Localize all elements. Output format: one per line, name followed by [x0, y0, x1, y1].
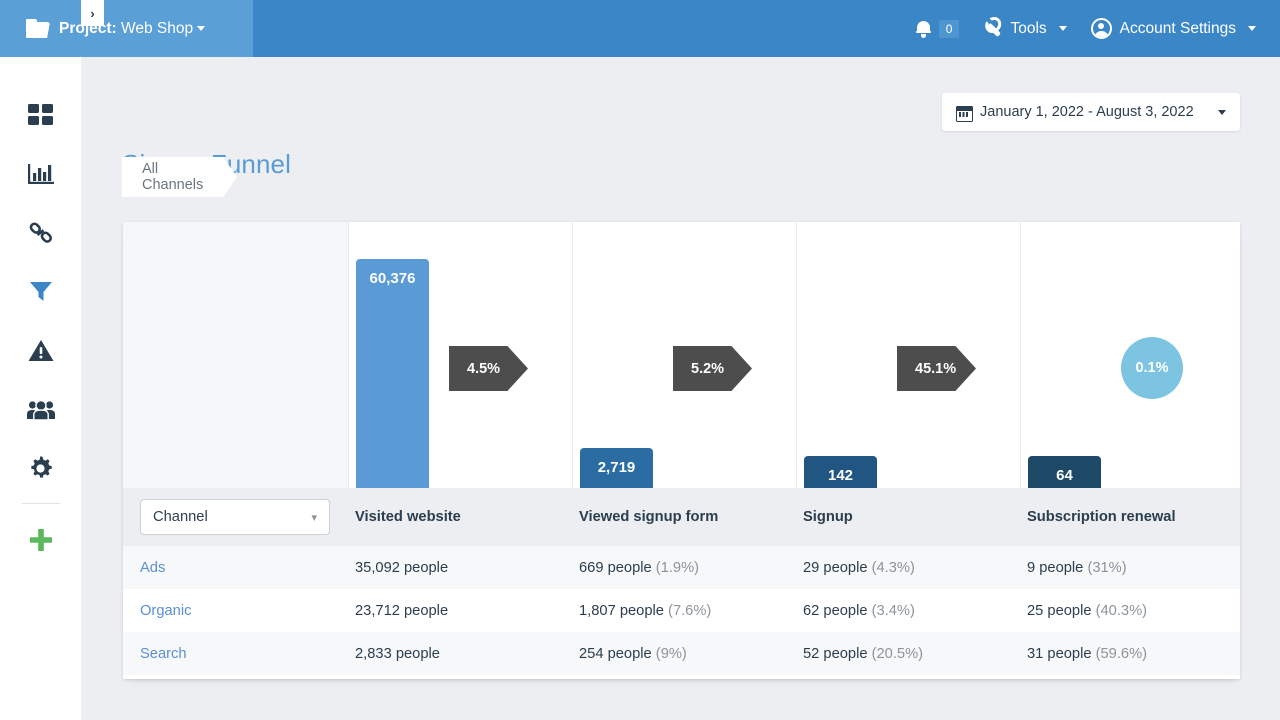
- people-icon: [26, 399, 55, 421]
- warning-triangle-icon: [28, 339, 54, 362]
- cell-percent: (1.9%): [655, 559, 700, 576]
- channel-tabs: All Channels: [122, 157, 237, 197]
- channel-link[interactable]: Ads: [123, 560, 355, 576]
- sidebar-item-links[interactable]: [0, 203, 81, 262]
- bell-icon: [915, 20, 931, 38]
- cell-percent: (3.4%): [871, 602, 915, 619]
- cell-signup: 29 people (4.3%): [803, 560, 1027, 576]
- notification-count-badge: 0: [938, 19, 960, 38]
- funnel-column-spacer: [123, 222, 348, 488]
- cell-value: 52 people: [803, 645, 868, 662]
- chevron-down-icon: ▾: [311, 511, 317, 524]
- gear-icon: [28, 456, 53, 481]
- cell-viewed-signup-form: 254 people (9%): [579, 646, 803, 662]
- project-selector[interactable]: Project: Web Shop: [0, 0, 253, 57]
- chevron-right-icon: ›: [90, 5, 95, 21]
- funnel-chart: 60,376 2,719 142 64 4.5% 5.2% 45.1% 0.1%: [123, 222, 1240, 488]
- account-settings-menu[interactable]: Account Settings: [1090, 18, 1256, 39]
- cell-value: 669 people: [579, 559, 652, 576]
- cell-value: 62 people: [803, 602, 868, 619]
- column-header-subscription-renewal[interactable]: Subscription renewal: [1027, 509, 1240, 525]
- cell-value: 9 people: [1027, 559, 1084, 576]
- funnel-bar-signup[interactable]: 142: [804, 456, 877, 488]
- cell-percent: (31%): [1087, 559, 1127, 576]
- cell-value: 31 people: [1027, 645, 1092, 662]
- chevron-down-icon: [1058, 26, 1067, 31]
- date-range-label: January 1, 2022 - August 3, 2022: [980, 104, 1194, 120]
- funnel-bar-visited-website[interactable]: 60,376: [356, 259, 429, 488]
- cell-percent: (4.3%): [871, 559, 915, 576]
- date-range-picker[interactable]: January 1, 2022 - August 3, 2022: [942, 93, 1240, 131]
- cell-value: 25 people: [1027, 602, 1092, 619]
- table-row[interactable]: Organic 23,712 people 1,807 people (7.6%…: [123, 589, 1240, 632]
- conversion-rate-4: 0.1%: [1121, 337, 1183, 399]
- column-header-viewed-signup-form[interactable]: Viewed signup form: [579, 509, 803, 525]
- avatar-icon: [1090, 18, 1112, 39]
- tools-label: Tools: [1010, 19, 1047, 37]
- left-sidebar: [0, 57, 81, 720]
- cell-signup: 62 people (3.4%): [803, 603, 1027, 619]
- sidebar-item-audience[interactable]: [0, 380, 81, 439]
- top-navigation-bar: Project: Web Shop 0 Tools Account Settin…: [0, 0, 1280, 57]
- funnel-breakdown-table: Channel ▾ Visited website Viewed signup …: [123, 488, 1240, 679]
- sidebar-item-reports[interactable]: [0, 144, 81, 203]
- link-icon: [28, 221, 54, 245]
- chevron-down-icon: [1248, 26, 1256, 31]
- notifications-button[interactable]: 0: [915, 19, 960, 38]
- cell-viewed-signup-form: 669 people (1.9%): [579, 560, 803, 576]
- plus-icon: [29, 528, 53, 552]
- wrench-icon: [980, 15, 1007, 42]
- table-header-row: Channel ▾ Visited website Viewed signup …: [123, 488, 1240, 546]
- sidebar-item-alerts[interactable]: [0, 321, 81, 380]
- sidebar-collapse-toggle[interactable]: ›: [81, 0, 104, 26]
- chevron-down-icon: [1218, 109, 1226, 115]
- sidebar-item-add[interactable]: [0, 510, 81, 569]
- column-header-signup[interactable]: Signup: [803, 509, 1027, 525]
- main-content: Signup Funnel January 1, 2022 - August 3…: [81, 57, 1280, 720]
- cell-value: 254 people: [579, 645, 652, 662]
- account-settings-label: Account Settings: [1119, 19, 1236, 37]
- top-navigation-actions: 0 Tools Account Settings: [915, 18, 1280, 39]
- cell-percent: (7.6%): [668, 602, 712, 619]
- cell-percent: (40.3%): [1095, 602, 1148, 619]
- folder-icon: [26, 19, 50, 38]
- cell-percent: (59.6%): [1095, 645, 1148, 662]
- table-row[interactable]: Ads 35,092 people 669 people (1.9%) 29 p…: [123, 546, 1240, 589]
- channel-select[interactable]: Channel ▾: [140, 499, 330, 535]
- grid-icon: [27, 103, 54, 126]
- cell-value: 1,807 people: [579, 602, 664, 619]
- channel-select-label: Channel: [153, 509, 208, 525]
- sidebar-item-funnels[interactable]: [0, 262, 81, 321]
- column-header-visited-website[interactable]: Visited website: [355, 509, 579, 525]
- funnel-bar-subscription-renewal[interactable]: 64: [1028, 456, 1101, 488]
- tab-all-channels[interactable]: All Channels: [122, 157, 237, 197]
- channel-link[interactable]: Organic: [123, 603, 355, 619]
- funnel-card: 60,376 2,719 142 64 4.5% 5.2% 45.1% 0.1%…: [123, 222, 1240, 679]
- cell-visited-website: 35,092 people: [355, 559, 449, 576]
- calendar-icon: [956, 105, 973, 122]
- cell-percent: (20.5%): [871, 645, 924, 662]
- cell-subscription-renewal: 9 people (31%): [1027, 560, 1240, 576]
- sidebar-divider: [21, 503, 60, 504]
- table-row[interactable]: Search 2,833 people 254 people (9%) 52 p…: [123, 632, 1240, 675]
- cell-subscription-renewal: 25 people (40.3%): [1027, 603, 1240, 619]
- cell-visited-website: 23,712 people: [355, 602, 449, 619]
- channel-link[interactable]: Search: [123, 646, 355, 662]
- project-name: Web Shop: [121, 19, 194, 37]
- funnel-bar-viewed-signup-form[interactable]: 2,719: [580, 448, 653, 488]
- bar-chart-icon: [27, 162, 54, 186]
- chevron-down-icon: [197, 25, 206, 31]
- cell-percent: (9%): [655, 645, 687, 662]
- tools-menu[interactable]: Tools: [983, 19, 1067, 38]
- sidebar-item-dashboard[interactable]: [0, 85, 81, 144]
- tab-all-channels-label: All Channels: [142, 161, 204, 193]
- cell-value: 29 people: [803, 559, 868, 576]
- cell-viewed-signup-form: 1,807 people (7.6%): [579, 603, 803, 619]
- sidebar-item-settings[interactable]: [0, 439, 81, 498]
- cell-visited-website: 2,833 people: [355, 645, 440, 662]
- cell-signup: 52 people (20.5%): [803, 646, 1027, 662]
- funnel-icon: [29, 280, 53, 304]
- cell-subscription-renewal: 31 people (59.6%): [1027, 646, 1240, 662]
- channel-dimension-cell: Channel ▾: [123, 499, 355, 535]
